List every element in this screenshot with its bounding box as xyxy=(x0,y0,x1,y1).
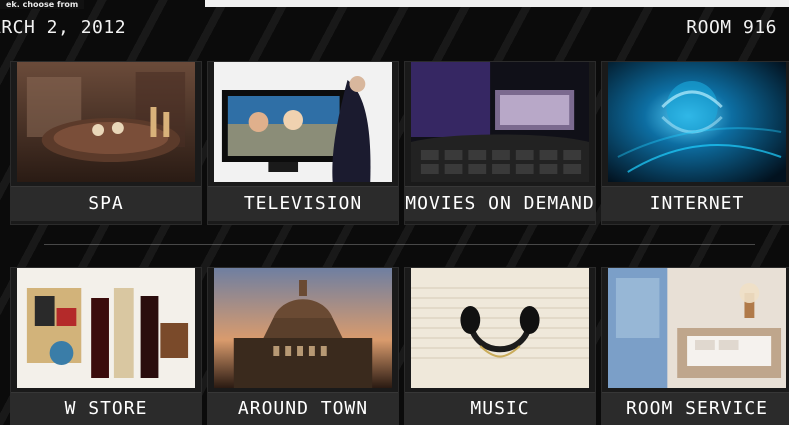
music-thumbnail xyxy=(411,268,589,388)
menu-tile-room-service[interactable]: ROOM SERVICE xyxy=(601,267,789,425)
menu-tile-label: INTERNET xyxy=(602,186,789,221)
spa-thumbnail xyxy=(17,62,195,182)
hotel-tv-menu-screen: ek. choose from ARCH 2, 2012 ROOM 916 SP… xyxy=(0,0,789,425)
menu-tile-television[interactable]: TELEVISION xyxy=(207,61,399,225)
menu-tile-internet[interactable]: INTERNET xyxy=(601,61,789,225)
menu-tile-label: SPA xyxy=(11,186,201,221)
menu-tile-around-town[interactable]: AROUND TOWN xyxy=(207,267,399,425)
television-thumbnail xyxy=(214,62,392,182)
date-label: ARCH 2, 2012 xyxy=(0,17,127,38)
menu-tile-label: MUSIC xyxy=(405,392,595,425)
top-left-overlay-text: ek. choose from xyxy=(0,0,85,9)
around-town-thumbnail xyxy=(214,268,392,388)
menu-tile-music[interactable]: MUSIC xyxy=(404,267,596,425)
top-white-bar xyxy=(205,0,789,7)
movies-on-demand-thumbnail xyxy=(411,62,589,182)
menu-tile-label: AROUND TOWN xyxy=(208,392,398,425)
menu-tile-label: TELEVISION xyxy=(208,186,398,221)
room-number-label: ROOM 916 xyxy=(686,17,777,38)
menu-tile-movies-on-demand[interactable]: MOVIES ON DEMAND xyxy=(404,61,596,225)
menu-tile-w-store[interactable]: W STORE xyxy=(10,267,202,425)
room-service-thumbnail xyxy=(608,268,786,388)
menu-tile-label: MOVIES ON DEMAND xyxy=(405,186,595,221)
internet-thumbnail xyxy=(608,62,786,182)
menu-tile-label: W STORE xyxy=(11,392,201,425)
menu-tile-spa[interactable]: SPA xyxy=(10,61,202,225)
menu-tile-label: ROOM SERVICE xyxy=(602,392,789,425)
menu-grid: SPA TELEVISION MOVIES ON DEMAND INTERNET… xyxy=(10,61,789,425)
w-store-thumbnail xyxy=(17,268,195,388)
